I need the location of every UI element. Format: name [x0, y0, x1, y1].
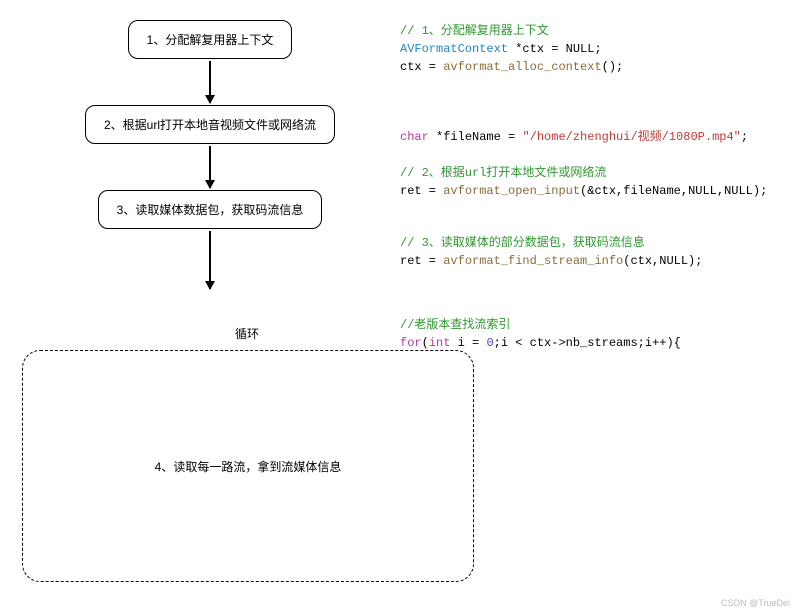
code1-line2: *ctx = NULL; [508, 42, 602, 56]
code4-seg2: ;i < ctx->nb_streams;i++){ [494, 336, 681, 350]
code3-line2a: ret = [400, 254, 443, 268]
arrow-2 [209, 146, 211, 188]
arrow-1 [209, 61, 211, 103]
arrow-3 [209, 231, 211, 289]
code2-line3b: (&ctx,fileName,NULL,NULL); [580, 184, 767, 198]
code4-kw-int: int [429, 336, 451, 350]
code3-line2b: (ctx,NULL); [623, 254, 702, 268]
flow-step-2: 2、根据url打开本地音视频文件或网络流 [85, 105, 335, 144]
code1-line3a: ctx = [400, 60, 443, 74]
code1-comment: // 1、分配解复用器上下文 [400, 24, 549, 38]
flow-column: 1、分配解复用器上下文 2、根据url打开本地音视频文件或网络流 3、读取媒体数… [40, 20, 380, 291]
code-block-4: //老版本查找流索引 for(int i = 0;i < ctx->nb_str… [400, 316, 681, 352]
code2-string: "/home/zhenghui/视频/1080P.mp4" [522, 130, 740, 144]
code1-func: avformat_alloc_context [443, 60, 601, 74]
flow-step-3: 3、读取媒体数据包，获取码流信息 [98, 190, 323, 229]
flow-step-4-container: 4、读取每一路流，拿到流媒体信息 [22, 350, 474, 582]
code4-paren1: ( [422, 336, 429, 350]
code1-type: AVFormatContext [400, 42, 508, 56]
watermark: CSDN @TrueDei [721, 598, 790, 608]
code1-line3b: (); [602, 60, 624, 74]
code3-func: avformat_find_stream_info [443, 254, 623, 268]
loop-label: 循环 [235, 325, 259, 342]
code-block-2: char *fileName = "/home/zhenghui/视频/1080… [400, 128, 767, 200]
code-block-1: // 1、分配解复用器上下文 AVFormatContext *ctx = NU… [400, 22, 623, 76]
code2-line3a: ret = [400, 184, 443, 198]
code3-comment: // 3、读取媒体的部分数据包，获取码流信息 [400, 236, 645, 250]
code2-comment: // 2、根据url打开本地文件或网络流 [400, 166, 606, 180]
code4-comment: //老版本查找流索引 [400, 318, 510, 332]
code-block-3: // 3、读取媒体的部分数据包，获取码流信息 ret = avformat_fi… [400, 234, 702, 270]
code2-func: avformat_open_input [443, 184, 580, 198]
code4-zero: 0 [486, 336, 493, 350]
code2-kw-char: char [400, 130, 429, 144]
flow-step-1: 1、分配解复用器上下文 [128, 20, 293, 59]
flow-step-4-text: 4、读取每一路流，拿到流媒体信息 [155, 458, 342, 475]
code2-line1mid: *fileName = [429, 130, 523, 144]
code4-kw-for: for [400, 336, 422, 350]
code2-line1end: ; [741, 130, 748, 144]
code4-seg1: i = [450, 336, 486, 350]
